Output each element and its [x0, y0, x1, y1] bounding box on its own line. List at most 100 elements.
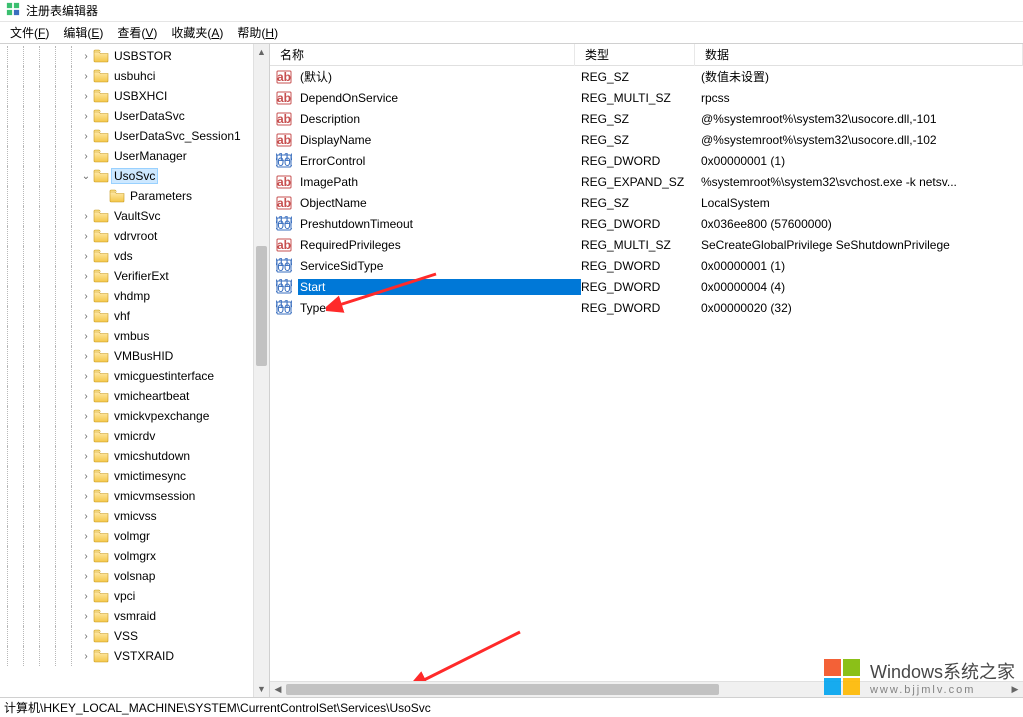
tree-item[interactable]: ›volmgrx — [0, 546, 269, 566]
expander-icon[interactable]: › — [80, 251, 92, 262]
tree-item[interactable]: ›vmbus — [0, 326, 269, 346]
value-row[interactable]: DependOnServiceREG_MULTI_SZrpcss — [270, 87, 1023, 108]
tree-item[interactable]: ›volsnap — [0, 566, 269, 586]
tree-item[interactable]: ›UserDataSvc_Session1 — [0, 126, 269, 146]
expander-icon[interactable]: › — [80, 411, 92, 422]
scroll-up-button[interactable]: ▲ — [254, 44, 269, 60]
expander-icon[interactable]: › — [80, 291, 92, 302]
tree-item[interactable]: ›USBSTOR — [0, 46, 269, 66]
value-row[interactable]: ObjectNameREG_SZLocalSystem — [270, 192, 1023, 213]
expander-icon[interactable]: ⌄ — [80, 171, 92, 182]
column-header-name[interactable]: 名称 — [270, 44, 575, 66]
tree-item[interactable]: ›vmicvss — [0, 506, 269, 526]
tree-item[interactable]: ›vsmraid — [0, 606, 269, 626]
expander-icon[interactable]: › — [80, 611, 92, 622]
registry-tree[interactable]: ›USBSTOR›usbuhci›USBXHCI›UserDataSvc›Use… — [0, 44, 269, 666]
tree-item[interactable]: Parameters — [0, 186, 269, 206]
value-row[interactable]: TypeREG_DWORD0x00000020 (32) — [270, 297, 1023, 318]
expander-icon[interactable]: › — [80, 211, 92, 222]
tree-item[interactable]: ›USBXHCI — [0, 86, 269, 106]
tree-vertical-scrollbar[interactable]: ▲ ▼ — [253, 44, 269, 697]
value-row[interactable]: DisplayNameREG_SZ@%systemroot%\system32\… — [270, 129, 1023, 150]
column-header-type[interactable]: 类型 — [575, 44, 695, 66]
tree-item[interactable]: ›vmickvpexchange — [0, 406, 269, 426]
expander-icon[interactable]: › — [80, 551, 92, 562]
folder-icon — [93, 569, 109, 583]
expander-icon[interactable]: › — [80, 451, 92, 462]
expander-icon[interactable]: › — [80, 631, 92, 642]
tree-item[interactable]: ›volmgr — [0, 526, 269, 546]
hscroll-thumb[interactable] — [286, 684, 719, 695]
expander-icon[interactable]: › — [80, 511, 92, 522]
expander-icon[interactable]: › — [80, 471, 92, 482]
value-row[interactable]: ServiceSidTypeREG_DWORD0x00000001 (1) — [270, 255, 1023, 276]
expander-icon[interactable]: › — [80, 131, 92, 142]
expander-icon[interactable]: › — [80, 571, 92, 582]
expander-icon[interactable]: › — [80, 391, 92, 402]
menu-item-3[interactable]: 收藏夹(A) — [165, 22, 229, 43]
tree-item[interactable]: ›vpci — [0, 586, 269, 606]
tree-item[interactable]: ›vmicrdv — [0, 426, 269, 446]
tree-item[interactable]: ›vhf — [0, 306, 269, 326]
tree-item[interactable]: ›vmicvmsession — [0, 486, 269, 506]
expander-icon[interactable]: › — [80, 111, 92, 122]
folder-icon — [93, 269, 109, 283]
tree-item[interactable]: ›vmicheartbeat — [0, 386, 269, 406]
tree-item[interactable]: ›VMBusHID — [0, 346, 269, 366]
tree-item[interactable]: ⌄UsoSvc — [0, 166, 269, 186]
value-row[interactable]: RequiredPrivilegesREG_MULTI_SZSeCreateGl… — [270, 234, 1023, 255]
expander-icon[interactable]: › — [80, 531, 92, 542]
value-row[interactable]: StartREG_DWORD0x00000004 (4) — [270, 276, 1023, 297]
tree-item[interactable]: ›vmicguestinterface — [0, 366, 269, 386]
tree-item-label: VSS — [112, 629, 140, 643]
scroll-track[interactable] — [254, 60, 269, 681]
tree-item[interactable]: ›vdrvroot — [0, 226, 269, 246]
folder-icon — [93, 549, 109, 563]
column-header-data[interactable]: 数据 — [695, 44, 1023, 66]
hscroll-track[interactable] — [286, 682, 1007, 697]
tree-item[interactable]: ›usbuhci — [0, 66, 269, 86]
expander-icon[interactable]: › — [80, 371, 92, 382]
expander-icon[interactable]: › — [80, 491, 92, 502]
tree-item[interactable]: ›vmictimesync — [0, 466, 269, 486]
tree-item[interactable]: ›UserManager — [0, 146, 269, 166]
value-type: REG_SZ — [581, 112, 701, 126]
menu-item-2[interactable]: 查看(V) — [111, 22, 163, 43]
menu-item-4[interactable]: 帮助(H) — [231, 22, 284, 43]
tree-item[interactable]: ›VerifierExt — [0, 266, 269, 286]
scroll-left-button[interactable]: ◀ — [270, 682, 286, 697]
tree-item[interactable]: ›UserDataSvc — [0, 106, 269, 126]
values-list[interactable]: (默认)REG_SZ(数值未设置)DependOnServiceREG_MULT… — [270, 66, 1023, 318]
menu-item-1[interactable]: 编辑(E) — [57, 22, 109, 43]
scroll-right-button[interactable]: ▶ — [1007, 682, 1023, 697]
expander-icon[interactable]: › — [80, 311, 92, 322]
expander-icon[interactable]: › — [80, 151, 92, 162]
value-row[interactable]: (默认)REG_SZ(数值未设置) — [270, 66, 1023, 87]
tree-item[interactable]: ›vmicshutdown — [0, 446, 269, 466]
expander-icon[interactable]: › — [80, 431, 92, 442]
expander-icon[interactable]: › — [80, 71, 92, 82]
tree-item[interactable]: ›VaultSvc — [0, 206, 269, 226]
expander-icon[interactable]: › — [80, 651, 92, 662]
tree-item[interactable]: ›vds — [0, 246, 269, 266]
value-row[interactable]: ImagePathREG_EXPAND_SZ%systemroot%\syste… — [270, 171, 1023, 192]
tree-item[interactable]: › VSS — [0, 626, 269, 646]
tree-item[interactable]: ›VSTXRAID — [0, 646, 269, 666]
value-row[interactable]: PreshutdownTimeoutREG_DWORD0x036ee800 (5… — [270, 213, 1023, 234]
expander-icon[interactable]: › — [80, 331, 92, 342]
scroll-thumb[interactable] — [256, 246, 267, 366]
menu-item-0[interactable]: 文件(F) — [4, 22, 55, 43]
expander-icon[interactable]: › — [80, 351, 92, 362]
expander-icon[interactable]: › — [80, 271, 92, 282]
value-row[interactable]: DescriptionREG_SZ@%systemroot%\system32\… — [270, 108, 1023, 129]
expander-icon[interactable]: › — [80, 91, 92, 102]
tree-item[interactable]: ›vhdmp — [0, 286, 269, 306]
expander-icon[interactable]: › — [80, 51, 92, 62]
value-name: PreshutdownTimeout — [298, 216, 581, 232]
expander-icon[interactable]: › — [80, 591, 92, 602]
scroll-down-button[interactable]: ▼ — [254, 681, 269, 697]
list-horizontal-scrollbar[interactable]: ◀ ▶ — [270, 681, 1023, 697]
expander-icon[interactable]: › — [80, 231, 92, 242]
value-data: 0x036ee800 (57600000) — [701, 217, 1023, 231]
value-row[interactable]: ErrorControlREG_DWORD0x00000001 (1) — [270, 150, 1023, 171]
